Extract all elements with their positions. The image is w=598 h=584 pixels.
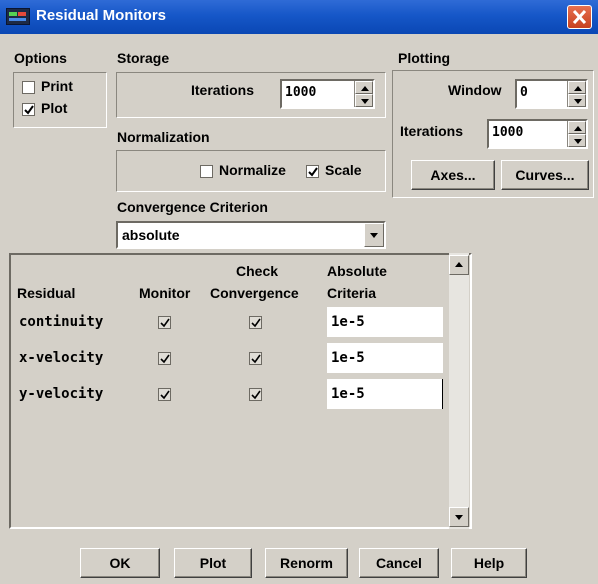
dropdown-button[interactable]	[364, 223, 384, 247]
print-label: Print	[41, 78, 73, 94]
plot-iterations-down[interactable]	[568, 134, 586, 147]
criteria-field-continuity[interactable]: 1e-5	[327, 307, 443, 337]
header-monitor: Monitor	[139, 285, 191, 301]
criteria-field-y-velocity[interactable]: 1e-5	[327, 379, 443, 409]
check-convergence-checkbox-x-velocity[interactable]	[249, 352, 262, 365]
storage-iterations-down[interactable]	[355, 94, 373, 107]
plot-button[interactable]: Plot	[174, 548, 252, 578]
scale-label: Scale	[325, 162, 362, 178]
checkmark-icon	[251, 318, 261, 328]
curves-button[interactable]: Curves...	[501, 160, 589, 190]
window-spinner[interactable]: 0	[515, 79, 588, 109]
arrow-down-icon	[574, 139, 582, 144]
plotting-heading: Plotting	[398, 50, 451, 66]
title-bar[interactable]: Residual Monitors	[0, 0, 598, 34]
renorm-button[interactable]: Renorm	[265, 548, 348, 578]
normalize-label: Normalize	[219, 162, 286, 178]
arrow-down-icon	[455, 515, 463, 520]
close-icon	[572, 10, 587, 24]
checkmark-icon	[24, 105, 34, 115]
plot-label: Plot	[41, 100, 68, 116]
criteria-field-x-velocity[interactable]: 1e-5	[327, 343, 443, 373]
table-scrollbar[interactable]	[449, 253, 469, 529]
arrow-down-icon	[361, 99, 369, 104]
checkmark-icon	[251, 354, 261, 364]
close-button[interactable]	[567, 5, 592, 29]
checkmark-icon	[160, 354, 170, 364]
header-check-line2: Convergence	[210, 285, 299, 301]
scroll-up-button[interactable]	[449, 255, 469, 275]
normalization-heading: Normalization	[117, 129, 210, 145]
monitor-checkbox-y-velocity[interactable]	[158, 388, 171, 401]
scale-checkbox[interactable]	[306, 165, 319, 178]
check-convergence-checkbox-y-velocity[interactable]	[249, 388, 262, 401]
cancel-button[interactable]: Cancel	[359, 548, 439, 578]
window-value: 0	[520, 85, 528, 100]
arrow-up-icon	[574, 126, 582, 131]
row-name-continuity: continuity	[19, 314, 104, 330]
checkmark-icon	[251, 390, 261, 400]
storage-iterations-label: Iterations	[191, 82, 255, 98]
convergence-heading: Convergence Criterion	[117, 199, 268, 215]
header-abs-line2: Criteria	[327, 285, 377, 301]
storage-iterations-spinner[interactable]: 1000	[280, 79, 375, 109]
residual-monitors-dialog: Residual Monitors Options Print Plot Sto…	[0, 0, 598, 584]
header-check-line1: Check	[236, 263, 279, 279]
arrow-up-icon	[361, 86, 369, 91]
header-residual: Residual	[17, 285, 76, 301]
window-up[interactable]	[568, 81, 586, 94]
scroll-down-button[interactable]	[449, 507, 469, 527]
normalize-checkbox[interactable]	[200, 165, 213, 178]
plot-iterations-spinner[interactable]: 1000	[487, 119, 588, 149]
plot-iterations-value: 1000	[492, 125, 524, 140]
checkmark-icon	[160, 318, 170, 328]
plot-iterations-up[interactable]	[568, 121, 586, 134]
row-name-x-velocity: x-velocity	[19, 350, 104, 366]
options-heading: Options	[14, 50, 67, 66]
ok-button[interactable]: OK	[80, 548, 160, 578]
chevron-down-icon	[370, 233, 378, 238]
plot-iterations-label: Iterations	[400, 123, 464, 139]
checkmark-icon	[308, 167, 318, 177]
monitor-checkbox-continuity[interactable]	[158, 316, 171, 329]
storage-heading: Storage	[117, 50, 170, 66]
storage-iterations-up[interactable]	[355, 81, 373, 94]
convergence-criterion-select[interactable]: absolute	[116, 221, 386, 249]
arrow-up-icon	[455, 262, 463, 267]
check-convergence-checkbox-continuity[interactable]	[249, 316, 262, 329]
arrow-up-icon	[574, 86, 582, 91]
window-title: Residual Monitors	[36, 7, 167, 24]
window-label: Window	[448, 82, 502, 98]
header-abs-line1: Absolute	[327, 263, 387, 279]
storage-iterations-value: 1000	[285, 85, 317, 100]
monitor-checkbox-x-velocity[interactable]	[158, 352, 171, 365]
help-button[interactable]: Help	[451, 548, 527, 578]
print-checkbox[interactable]	[22, 81, 35, 94]
arrow-down-icon	[574, 99, 582, 104]
plot-checkbox[interactable]	[22, 103, 35, 116]
window-down[interactable]	[568, 94, 586, 107]
checkmark-icon	[160, 390, 170, 400]
row-name-y-velocity: y-velocity	[19, 386, 104, 402]
app-icon	[6, 8, 30, 25]
convergence-criterion-value: absolute	[122, 227, 180, 243]
axes-button[interactable]: Axes...	[411, 160, 495, 190]
